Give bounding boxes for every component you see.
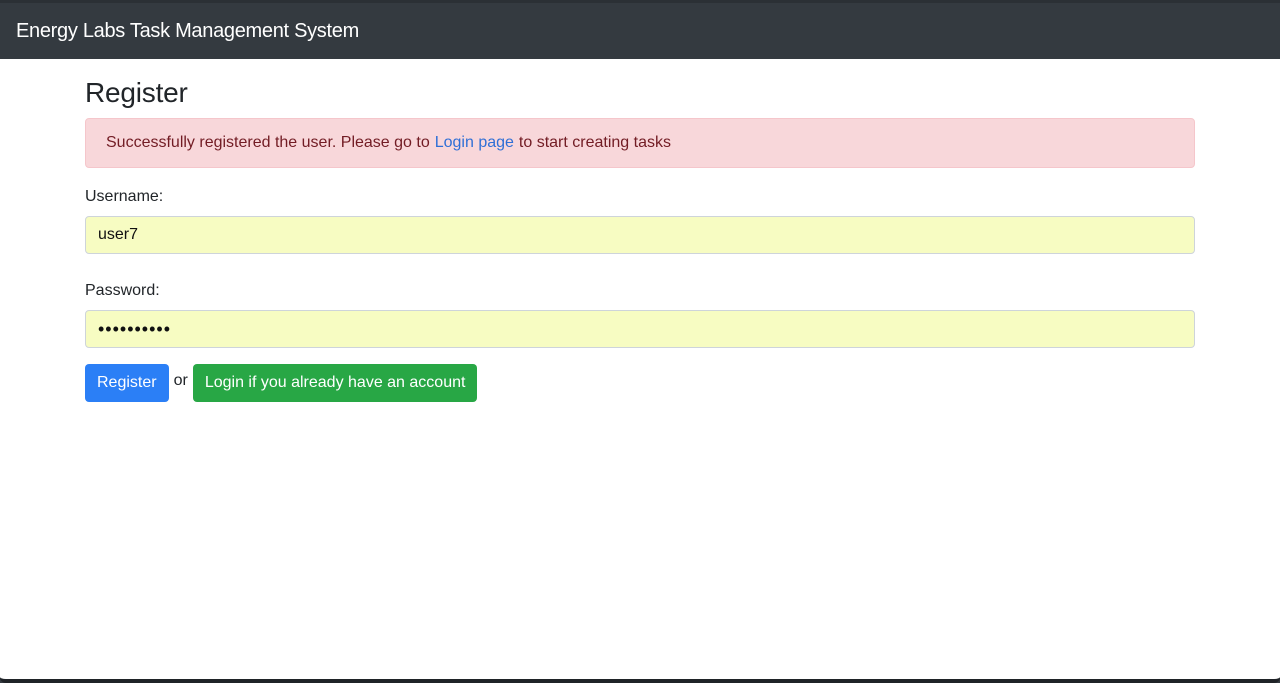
username-label: Username: bbox=[85, 188, 164, 205]
alert-text-before: Successfully registered the user. Please… bbox=[106, 134, 430, 151]
or-text: or bbox=[173, 372, 188, 389]
register-button[interactable]: Register bbox=[85, 364, 169, 402]
page-title: Register bbox=[85, 77, 188, 108]
register-container: Register Successfully registered the use… bbox=[85, 76, 1195, 402]
navbar: Energy Labs Task Management System bbox=[0, 3, 1280, 59]
navbar-brand[interactable]: Energy Labs Task Management System bbox=[16, 20, 359, 43]
login-button[interactable]: Login if you already have an account bbox=[192, 364, 478, 402]
login-page-link[interactable]: Login page bbox=[435, 134, 514, 152]
username-input[interactable]: user7 bbox=[85, 216, 1195, 254]
password-label: Password: bbox=[85, 282, 160, 299]
form-actions: Register or Login if you already have an… bbox=[85, 364, 1195, 402]
password-input[interactable]: •••••••••• bbox=[85, 310, 1195, 348]
success-alert: Successfully registered the user. Please… bbox=[85, 118, 1195, 168]
browser-window: Energy Labs Task Management System Regis… bbox=[0, 0, 1280, 683]
alert-text-after: to start creating tasks bbox=[518, 134, 671, 151]
